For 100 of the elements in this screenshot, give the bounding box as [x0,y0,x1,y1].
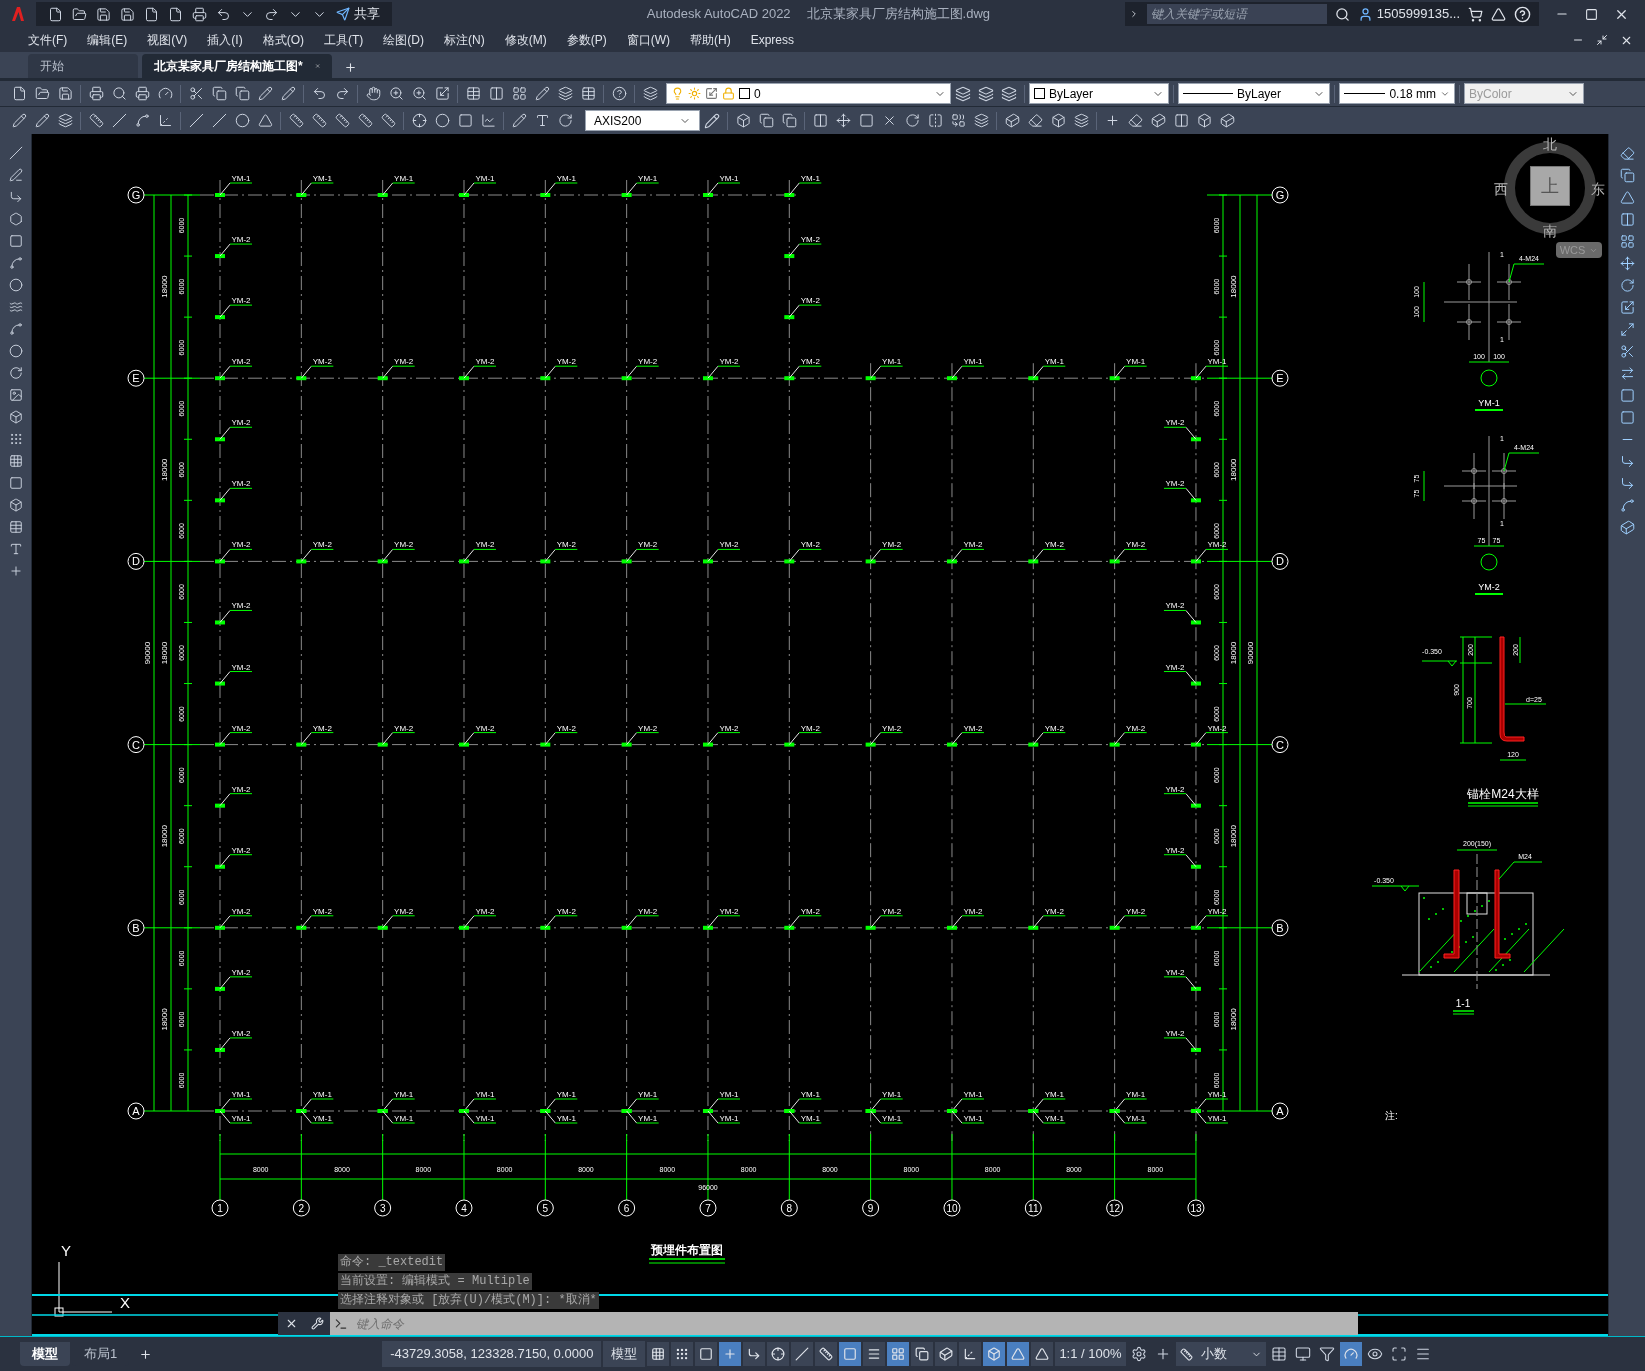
units-dropdown[interactable]: 小数 [1175,1342,1266,1366]
axis-bubble: G [127,186,145,204]
marker-label: YM-2 [231,540,251,550]
axis-bubble: B [1271,919,1289,937]
marker-label: YM-1 [231,1090,251,1099]
menu-item[interactable]: 格式(O) [252,31,314,49]
marker-label: YM-1 [1044,357,1064,367]
command-input[interactable]: 键入命令 [330,1312,1358,1335]
dim-style-dropdown[interactable]: AXIS200 [585,110,700,131]
marker-label: YM-1 [1207,357,1227,367]
marker-label: YM-2 [231,662,251,672]
marker-label: YM-2 [1165,479,1185,489]
marker-label: YM-2 [394,540,414,550]
axis-bubble: 13 [1187,1199,1205,1217]
marker-label: YM-1 [1207,1090,1227,1099]
menu-item[interactable]: 视图(V) [137,31,198,49]
axis-bubble: B [127,919,145,937]
menu-item[interactable]: 标注(N) [434,31,495,49]
property-dropdown[interactable]: 0.18 mm [1339,83,1455,104]
marker-label: YM-2 [638,723,658,733]
marker-label: YM-1 [394,1090,414,1099]
marker-label: YM-2 [638,906,658,916]
search-field[interactable]: 键入关键字或短语 [1146,4,1327,24]
marker-label: YM-2 [231,601,251,611]
marker-label: YM-2 [882,723,902,733]
axis-bubble: C [127,736,145,754]
marker-label: YM-2 [394,357,414,367]
compass-label: 南 [1543,223,1557,239]
marker-label: YM-1 [719,1114,739,1123]
units-value: 小数 [1200,1345,1228,1364]
annotation-scale[interactable]: 1:1 / 100% [1055,1342,1126,1366]
axis-bubble: 8 [780,1199,798,1217]
marker-label: YM-1 [556,1114,576,1123]
marker-label: YM-2 [556,906,576,916]
menu-item[interactable]: 绘图(D) [373,31,434,49]
marker-label: YM-1 [231,174,251,183]
axis-bubble: 10 [943,1199,961,1217]
marker-label: YM-2 [312,540,332,550]
marker-label: YM-1 [394,1114,414,1123]
compass-label: 东 [1591,180,1605,199]
menu-item[interactable]: 编辑(E) [77,31,138,49]
marker-label: YM-2 [1126,540,1146,550]
dimension-text: 18000 [160,825,169,848]
marker-label: YM-1 [1126,357,1146,367]
marker-label: YM-2 [719,540,739,550]
marker-label: YM-2 [1044,723,1064,733]
menu-item[interactable]: 修改(M) [494,31,557,49]
marker-label: YM-1 [638,1090,658,1099]
marker-label: YM-2 [312,906,332,916]
dimension-text: 18000 [160,458,169,481]
menu-item[interactable]: 帮助(H) [680,31,741,49]
compass-label: 北 [1543,135,1557,154]
axis-bubble: 7 [699,1199,717,1217]
layer-dropdown[interactable]: 0 [666,83,951,104]
property-dropdown[interactable]: ByLayer [1178,83,1330,104]
app-title: Autodesk AutoCAD 2022 [646,5,791,24]
marker-label: YM-2 [231,723,251,733]
menu-item[interactable]: Express [740,31,804,49]
axis-bubble: G [1271,186,1289,204]
menu-item[interactable]: 插入(I) [197,31,253,49]
coordinates-display: -43729.3058, 123328.7150, 0.0000 [382,1341,602,1367]
command-field[interactable]: 键入命令 [356,1314,1354,1333]
marker-label: YM-2 [882,540,902,550]
marker-label: YM-1 [719,1090,739,1099]
marker-label: YM-2 [475,357,495,367]
menu-item[interactable]: 窗口(W) [616,31,680,49]
color-dropdown[interactable]: ByLayer [1029,83,1169,104]
axis-bubble: E [1271,369,1289,387]
dropdown-value: ByColor [1469,85,1513,103]
share-button[interactable]: 共享 [332,4,384,24]
layout-tab[interactable]: 模型 [20,1342,70,1366]
marker-label: YM-2 [1126,723,1146,733]
user-menu[interactable]: 1505999135... [1357,4,1460,24]
marker-label: YM-1 [963,1114,983,1123]
marker-label: YM-2 [800,235,820,245]
axis-bubble: 5 [536,1199,554,1217]
marker-label: YM-2 [1207,723,1227,733]
marker-label: YM-1 [1044,1090,1064,1099]
marker-label: YM-2 [231,235,251,245]
document-tab[interactable]: 北京某家具厂房结构施工图* [142,54,332,78]
marker-label: YM-2 [1165,418,1185,428]
marker-label: YM-1 [882,1090,902,1099]
marker-label: YM-1 [800,1114,820,1123]
marker-label: YM-2 [800,296,820,306]
model-space-button[interactable]: 模型 [603,1341,646,1367]
marker-label: YM-2 [1165,845,1185,855]
marker-label: YM-2 [1165,967,1185,977]
dimension-text: 18000 [1229,825,1238,848]
marker-label: YM-2 [394,906,414,916]
marker-label: YM-2 [963,906,983,916]
marker-label: YM-1 [1126,1114,1146,1123]
document-tab[interactable]: 开始 [28,54,138,78]
marker-label: YM-1 [312,174,332,183]
marker-label: YM-2 [800,906,820,916]
marker-label: YM-2 [800,723,820,733]
dim-style-value: AXIS200 [594,112,643,130]
menu-item[interactable]: 工具(T) [314,31,374,49]
menu-item[interactable]: 参数(P) [556,31,617,49]
marker-label: YM-2 [882,906,902,916]
menu-item[interactable]: 文件(F) [18,31,78,49]
